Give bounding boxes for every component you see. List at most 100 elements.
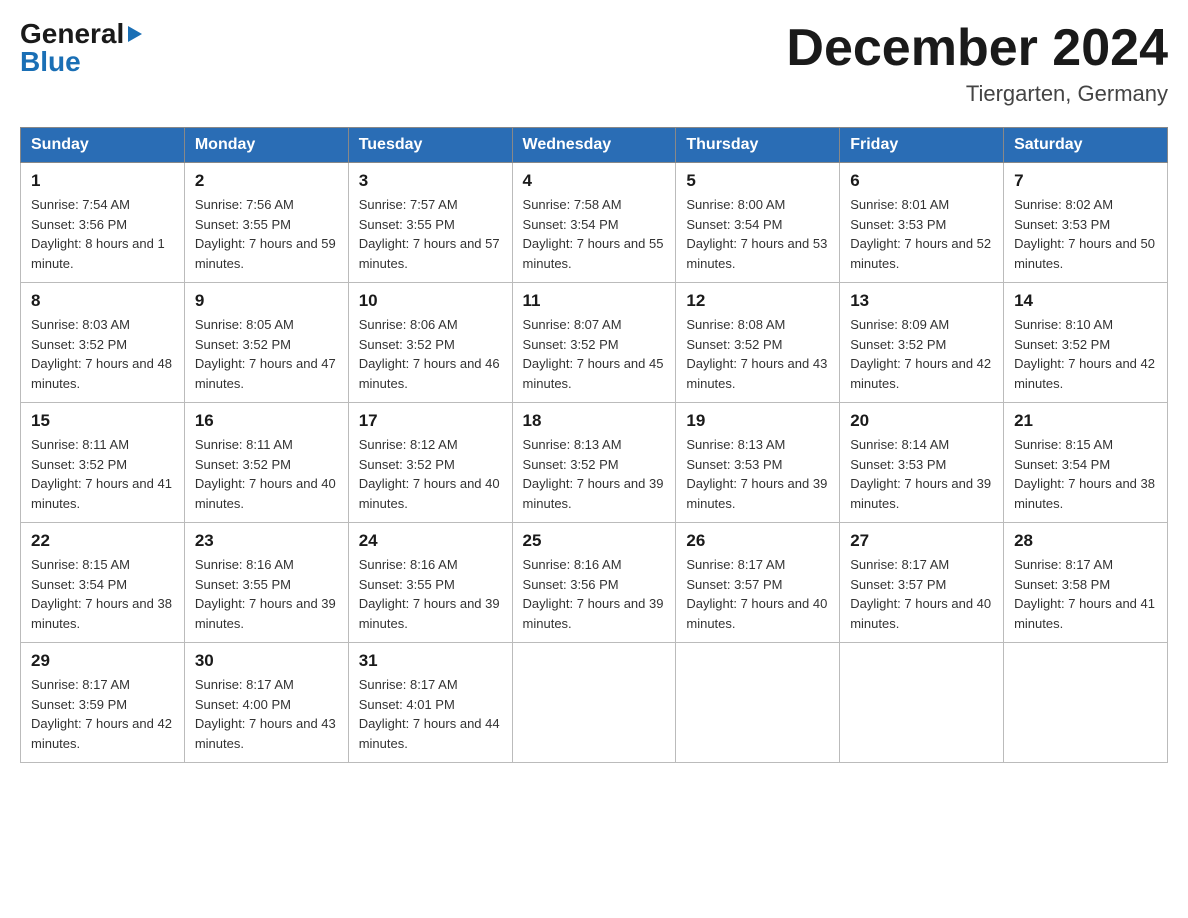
day-info: Sunrise: 8:02 AM Sunset: 3:53 PM Dayligh… [1014,195,1157,273]
calendar-cell: 10 Sunrise: 8:06 AM Sunset: 3:52 PM Dayl… [348,283,512,403]
calendar-cell: 25 Sunrise: 8:16 AM Sunset: 3:56 PM Dayl… [512,523,676,643]
calendar-cell: 30 Sunrise: 8:17 AM Sunset: 4:00 PM Dayl… [184,643,348,763]
day-info: Sunrise: 8:16 AM Sunset: 3:55 PM Dayligh… [359,555,502,633]
calendar-cell: 3 Sunrise: 7:57 AM Sunset: 3:55 PM Dayli… [348,163,512,283]
day-number: 7 [1014,171,1157,191]
calendar-cell: 22 Sunrise: 8:15 AM Sunset: 3:54 PM Dayl… [21,523,185,643]
calendar-cell: 14 Sunrise: 8:10 AM Sunset: 3:52 PM Dayl… [1004,283,1168,403]
day-number: 20 [850,411,993,431]
header-saturday: Saturday [1004,128,1168,163]
day-number: 6 [850,171,993,191]
day-number: 21 [1014,411,1157,431]
day-number: 3 [359,171,502,191]
day-number: 26 [686,531,829,551]
day-info: Sunrise: 8:09 AM Sunset: 3:52 PM Dayligh… [850,315,993,393]
day-info: Sunrise: 8:03 AM Sunset: 3:52 PM Dayligh… [31,315,174,393]
day-number: 9 [195,291,338,311]
day-info: Sunrise: 8:17 AM Sunset: 3:57 PM Dayligh… [686,555,829,633]
day-number: 16 [195,411,338,431]
header-thursday: Thursday [676,128,840,163]
header-sunday: Sunday [21,128,185,163]
header-monday: Monday [184,128,348,163]
day-info: Sunrise: 7:54 AM Sunset: 3:56 PM Dayligh… [31,195,174,273]
calendar-cell: 19 Sunrise: 8:13 AM Sunset: 3:53 PM Dayl… [676,403,840,523]
calendar-cell: 20 Sunrise: 8:14 AM Sunset: 3:53 PM Dayl… [840,403,1004,523]
day-info: Sunrise: 8:17 AM Sunset: 3:59 PM Dayligh… [31,675,174,753]
day-info: Sunrise: 8:12 AM Sunset: 3:52 PM Dayligh… [359,435,502,513]
calendar-cell: 5 Sunrise: 8:00 AM Sunset: 3:54 PM Dayli… [676,163,840,283]
day-number: 11 [523,291,666,311]
calendar-cell: 23 Sunrise: 8:16 AM Sunset: 3:55 PM Dayl… [184,523,348,643]
header-tuesday: Tuesday [348,128,512,163]
logo-blue-text: Blue [20,46,81,77]
day-number: 18 [523,411,666,431]
day-info: Sunrise: 8:14 AM Sunset: 3:53 PM Dayligh… [850,435,993,513]
calendar-header: SundayMondayTuesdayWednesdayThursdayFrid… [21,128,1168,163]
calendar-body: 1 Sunrise: 7:54 AM Sunset: 3:56 PM Dayli… [21,163,1168,763]
day-number: 25 [523,531,666,551]
day-info: Sunrise: 7:58 AM Sunset: 3:54 PM Dayligh… [523,195,666,273]
month-title: December 2024 [786,20,1168,77]
calendar-cell: 26 Sunrise: 8:17 AM Sunset: 3:57 PM Dayl… [676,523,840,643]
day-number: 2 [195,171,338,191]
day-info: Sunrise: 8:08 AM Sunset: 3:52 PM Dayligh… [686,315,829,393]
calendar-cell: 1 Sunrise: 7:54 AM Sunset: 3:56 PM Dayli… [21,163,185,283]
calendar-cell: 9 Sunrise: 8:05 AM Sunset: 3:52 PM Dayli… [184,283,348,403]
calendar-cell: 29 Sunrise: 8:17 AM Sunset: 3:59 PM Dayl… [21,643,185,763]
week-row-4: 22 Sunrise: 8:15 AM Sunset: 3:54 PM Dayl… [21,523,1168,643]
day-number: 29 [31,651,174,671]
calendar-cell: 17 Sunrise: 8:12 AM Sunset: 3:52 PM Dayl… [348,403,512,523]
calendar-cell: 24 Sunrise: 8:16 AM Sunset: 3:55 PM Dayl… [348,523,512,643]
day-number: 8 [31,291,174,311]
header-row: SundayMondayTuesdayWednesdayThursdayFrid… [21,128,1168,163]
week-row-5: 29 Sunrise: 8:17 AM Sunset: 3:59 PM Dayl… [21,643,1168,763]
calendar-cell: 12 Sunrise: 8:08 AM Sunset: 3:52 PM Dayl… [676,283,840,403]
day-info: Sunrise: 8:17 AM Sunset: 3:58 PM Dayligh… [1014,555,1157,633]
day-number: 17 [359,411,502,431]
day-info: Sunrise: 8:17 AM Sunset: 4:01 PM Dayligh… [359,675,502,753]
day-info: Sunrise: 8:01 AM Sunset: 3:53 PM Dayligh… [850,195,993,273]
day-number: 13 [850,291,993,311]
day-number: 24 [359,531,502,551]
day-info: Sunrise: 8:06 AM Sunset: 3:52 PM Dayligh… [359,315,502,393]
calendar-cell: 16 Sunrise: 8:11 AM Sunset: 3:52 PM Dayl… [184,403,348,523]
day-info: Sunrise: 8:13 AM Sunset: 3:53 PM Dayligh… [686,435,829,513]
day-info: Sunrise: 8:16 AM Sunset: 3:55 PM Dayligh… [195,555,338,633]
day-number: 19 [686,411,829,431]
calendar-cell: 21 Sunrise: 8:15 AM Sunset: 3:54 PM Dayl… [1004,403,1168,523]
calendar-cell: 11 Sunrise: 8:07 AM Sunset: 3:52 PM Dayl… [512,283,676,403]
day-number: 28 [1014,531,1157,551]
day-number: 27 [850,531,993,551]
logo-general-text: General [20,20,124,48]
calendar-cell: 27 Sunrise: 8:17 AM Sunset: 3:57 PM Dayl… [840,523,1004,643]
page-header: General Blue December 2024 Tiergarten, G… [20,20,1168,107]
calendar-cell: 7 Sunrise: 8:02 AM Sunset: 3:53 PM Dayli… [1004,163,1168,283]
day-number: 22 [31,531,174,551]
calendar-cell [676,643,840,763]
day-number: 5 [686,171,829,191]
day-info: Sunrise: 7:56 AM Sunset: 3:55 PM Dayligh… [195,195,338,273]
logo-arrow-icon [128,26,142,42]
calendar-cell [512,643,676,763]
day-info: Sunrise: 7:57 AM Sunset: 3:55 PM Dayligh… [359,195,502,273]
day-number: 31 [359,651,502,671]
day-number: 12 [686,291,829,311]
calendar-cell: 4 Sunrise: 7:58 AM Sunset: 3:54 PM Dayli… [512,163,676,283]
calendar-cell [1004,643,1168,763]
calendar-cell: 2 Sunrise: 7:56 AM Sunset: 3:55 PM Dayli… [184,163,348,283]
day-number: 4 [523,171,666,191]
calendar-cell: 31 Sunrise: 8:17 AM Sunset: 4:01 PM Dayl… [348,643,512,763]
day-number: 23 [195,531,338,551]
day-info: Sunrise: 8:00 AM Sunset: 3:54 PM Dayligh… [686,195,829,273]
day-number: 15 [31,411,174,431]
calendar-table: SundayMondayTuesdayWednesdayThursdayFrid… [20,127,1168,763]
day-info: Sunrise: 8:11 AM Sunset: 3:52 PM Dayligh… [195,435,338,513]
day-number: 1 [31,171,174,191]
logo: General Blue [20,20,142,76]
day-info: Sunrise: 8:13 AM Sunset: 3:52 PM Dayligh… [523,435,666,513]
day-info: Sunrise: 8:16 AM Sunset: 3:56 PM Dayligh… [523,555,666,633]
calendar-cell: 18 Sunrise: 8:13 AM Sunset: 3:52 PM Dayl… [512,403,676,523]
calendar-cell: 8 Sunrise: 8:03 AM Sunset: 3:52 PM Dayli… [21,283,185,403]
location-text: Tiergarten, Germany [786,81,1168,107]
title-section: December 2024 Tiergarten, Germany [786,20,1168,107]
